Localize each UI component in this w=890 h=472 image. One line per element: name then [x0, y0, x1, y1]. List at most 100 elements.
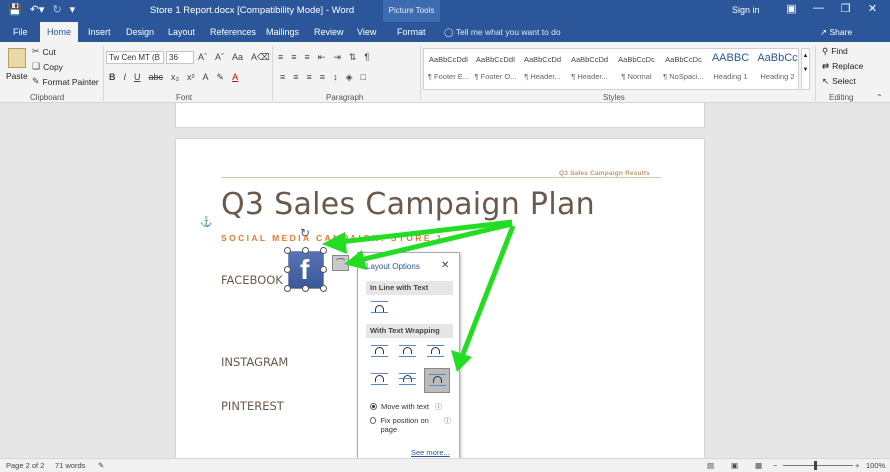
zoom-in-icon[interactable]: +	[855, 461, 859, 470]
layout-options-button[interactable]: ⌒	[332, 255, 349, 271]
share-button[interactable]: ↗ Share	[820, 27, 852, 38]
strikethrough-icon[interactable]: abc	[149, 72, 164, 83]
restore-icon[interactable]: ❐	[832, 2, 859, 15]
resize-handle[interactable]	[320, 285, 327, 292]
resize-handle[interactable]	[284, 247, 291, 254]
bullets-icon[interactable]: ≡	[278, 52, 283, 63]
tab-references[interactable]: References	[203, 22, 263, 42]
web-layout-icon[interactable]: ▦	[755, 461, 762, 470]
style-heading-1[interactable]: AABBC Heading 1	[708, 51, 753, 89]
align-center-icon[interactable]: ≡	[293, 72, 298, 83]
page-1-bottom[interactable]	[175, 103, 705, 128]
tab-review[interactable]: Review	[307, 22, 351, 42]
section-instagram[interactable]: INSTAGRAM	[221, 355, 288, 369]
paste-button-label[interactable]: Paste	[6, 71, 28, 81]
document-subheading[interactable]: SOCIAL MEDIA CAMPAIGN: STORE 1	[221, 233, 444, 243]
shrink-font-icon[interactable]: Aˇ	[215, 52, 224, 63]
change-case-icon[interactable]: Aa	[232, 52, 243, 63]
font-color-icon[interactable]: A	[232, 72, 238, 83]
line-spacing-icon[interactable]: ↕	[333, 72, 338, 83]
move-with-text-option[interactable]: Move with text	[370, 402, 429, 411]
page-count[interactable]: Page 2 of 2	[6, 461, 44, 470]
tab-file[interactable]: File	[6, 22, 35, 42]
italic-icon[interactable]: I	[124, 72, 127, 83]
through-wrap-icon[interactable]	[426, 344, 445, 360]
tab-design[interactable]: Design	[119, 22, 161, 42]
tight-wrap-icon[interactable]	[398, 344, 417, 360]
styles-more-button[interactable]: ▲ ▼	[801, 48, 810, 90]
align-left-icon[interactable]: ≡	[280, 72, 285, 83]
radio-selected[interactable]	[370, 403, 377, 410]
info-icon[interactable]: ⓘ	[444, 416, 451, 426]
minimize-icon[interactable]: —	[805, 2, 832, 15]
word-count[interactable]: 71 words	[55, 461, 85, 470]
inline-wrap-icon[interactable]	[370, 300, 389, 316]
style-no-spacing[interactable]: AaBbCcDc ¶ NoSpaci...	[661, 51, 706, 89]
style-normal[interactable]: AaBbCcDc ¶ Normal	[614, 51, 659, 89]
replace-button[interactable]: ⇄ Replace	[822, 61, 863, 72]
facebook-logo-image[interactable]: f	[288, 251, 324, 289]
resize-handle[interactable]	[302, 247, 309, 254]
format-painter-button[interactable]: ✎ Format Painter	[32, 76, 99, 87]
square-wrap-icon[interactable]	[370, 344, 389, 360]
zoom-out-icon[interactable]: −	[773, 461, 777, 470]
highlight-icon[interactable]: ✎	[217, 72, 225, 83]
borders-icon[interactable]: □	[360, 72, 365, 83]
resize-handle[interactable]	[320, 266, 327, 273]
text-effects-icon[interactable]: A	[203, 72, 209, 83]
style-heading-2[interactable]: AaBbCc Heading 2	[755, 51, 800, 89]
tab-mailings[interactable]: Mailings	[259, 22, 306, 42]
justify-icon[interactable]: ≡	[320, 72, 325, 83]
style-header-1[interactable]: AaBbCcDd ¶ Header...	[520, 51, 565, 89]
select-button[interactable]: ↖ Select	[822, 76, 856, 87]
superscript-icon[interactable]: x²	[187, 72, 195, 83]
numbering-icon[interactable]: ≡	[291, 52, 296, 63]
undo-icon[interactable]: ↶▾	[30, 3, 45, 16]
tab-format[interactable]: Format	[390, 22, 433, 42]
section-facebook[interactable]: FACEBOOK	[221, 273, 283, 287]
rotate-handle-icon[interactable]: ↻	[300, 226, 310, 240]
decrease-indent-icon[interactable]: ⇤	[318, 52, 326, 63]
proofing-icon[interactable]: ✎	[98, 461, 104, 470]
zoom-level[interactable]: 100%	[866, 461, 885, 470]
bold-icon[interactable]: B	[109, 72, 116, 83]
font-name-box[interactable]: Tw Cen MT (B	[106, 51, 164, 64]
font-size-box[interactable]: 36	[166, 51, 194, 64]
save-icon[interactable]: 💾	[8, 3, 22, 16]
tell-me-box[interactable]: ◯ Tell me what you want to do	[444, 27, 561, 38]
tab-home[interactable]: Home	[40, 22, 79, 42]
grow-font-icon[interactable]: Aˆ	[198, 52, 207, 63]
find-button[interactable]: ⚲ Find	[822, 46, 848, 57]
top-bottom-wrap-icon[interactable]	[370, 372, 389, 388]
resize-handle[interactable]	[284, 285, 291, 292]
style-footer-even[interactable]: AaBbCcDdI ¶ Footer E...	[426, 51, 471, 89]
close-icon[interactable]: ✕	[859, 2, 886, 15]
subscript-icon[interactable]: x₂	[171, 72, 179, 83]
fix-position-option[interactable]: Fix position on page	[370, 416, 440, 434]
zoom-slider-thumb[interactable]	[814, 461, 817, 470]
zoom-slider[interactable]	[783, 465, 853, 466]
cut-button[interactable]: ✂ Cut	[32, 46, 56, 57]
copy-button[interactable]: ❏ Copy	[32, 61, 63, 72]
style-footer-odd[interactable]: AaBbCcDdI ¶ Footer O...	[473, 51, 518, 89]
ribbon-display-icon[interactable]: ▣	[778, 2, 805, 15]
tab-view[interactable]: View	[350, 22, 383, 42]
multilevel-list-icon[interactable]: ≡	[305, 52, 310, 63]
resize-handle[interactable]	[320, 247, 327, 254]
align-right-icon[interactable]: ≡	[307, 72, 312, 83]
increase-indent-icon[interactable]: ⇥	[333, 52, 341, 63]
sign-in-link[interactable]: Sign in	[732, 5, 760, 15]
redo-icon[interactable]: ↻	[52, 3, 61, 16]
pilcrow-icon[interactable]: ¶	[364, 52, 369, 63]
radio-unselected[interactable]	[370, 417, 377, 424]
tab-insert[interactable]: Insert	[81, 22, 118, 42]
read-mode-icon[interactable]: ▤	[707, 461, 714, 470]
document-heading[interactable]: Q3 Sales Campaign Plan	[221, 187, 595, 222]
shading-icon[interactable]: ◈	[346, 72, 353, 83]
tab-layout[interactable]: Layout	[161, 22, 202, 42]
clear-formatting-icon[interactable]: A⌫	[251, 52, 270, 63]
paste-icon[interactable]	[8, 48, 26, 68]
in-front-of-text-icon[interactable]	[424, 368, 450, 393]
sort-icon[interactable]: ⇅	[349, 52, 357, 63]
resize-handle[interactable]	[302, 285, 309, 292]
